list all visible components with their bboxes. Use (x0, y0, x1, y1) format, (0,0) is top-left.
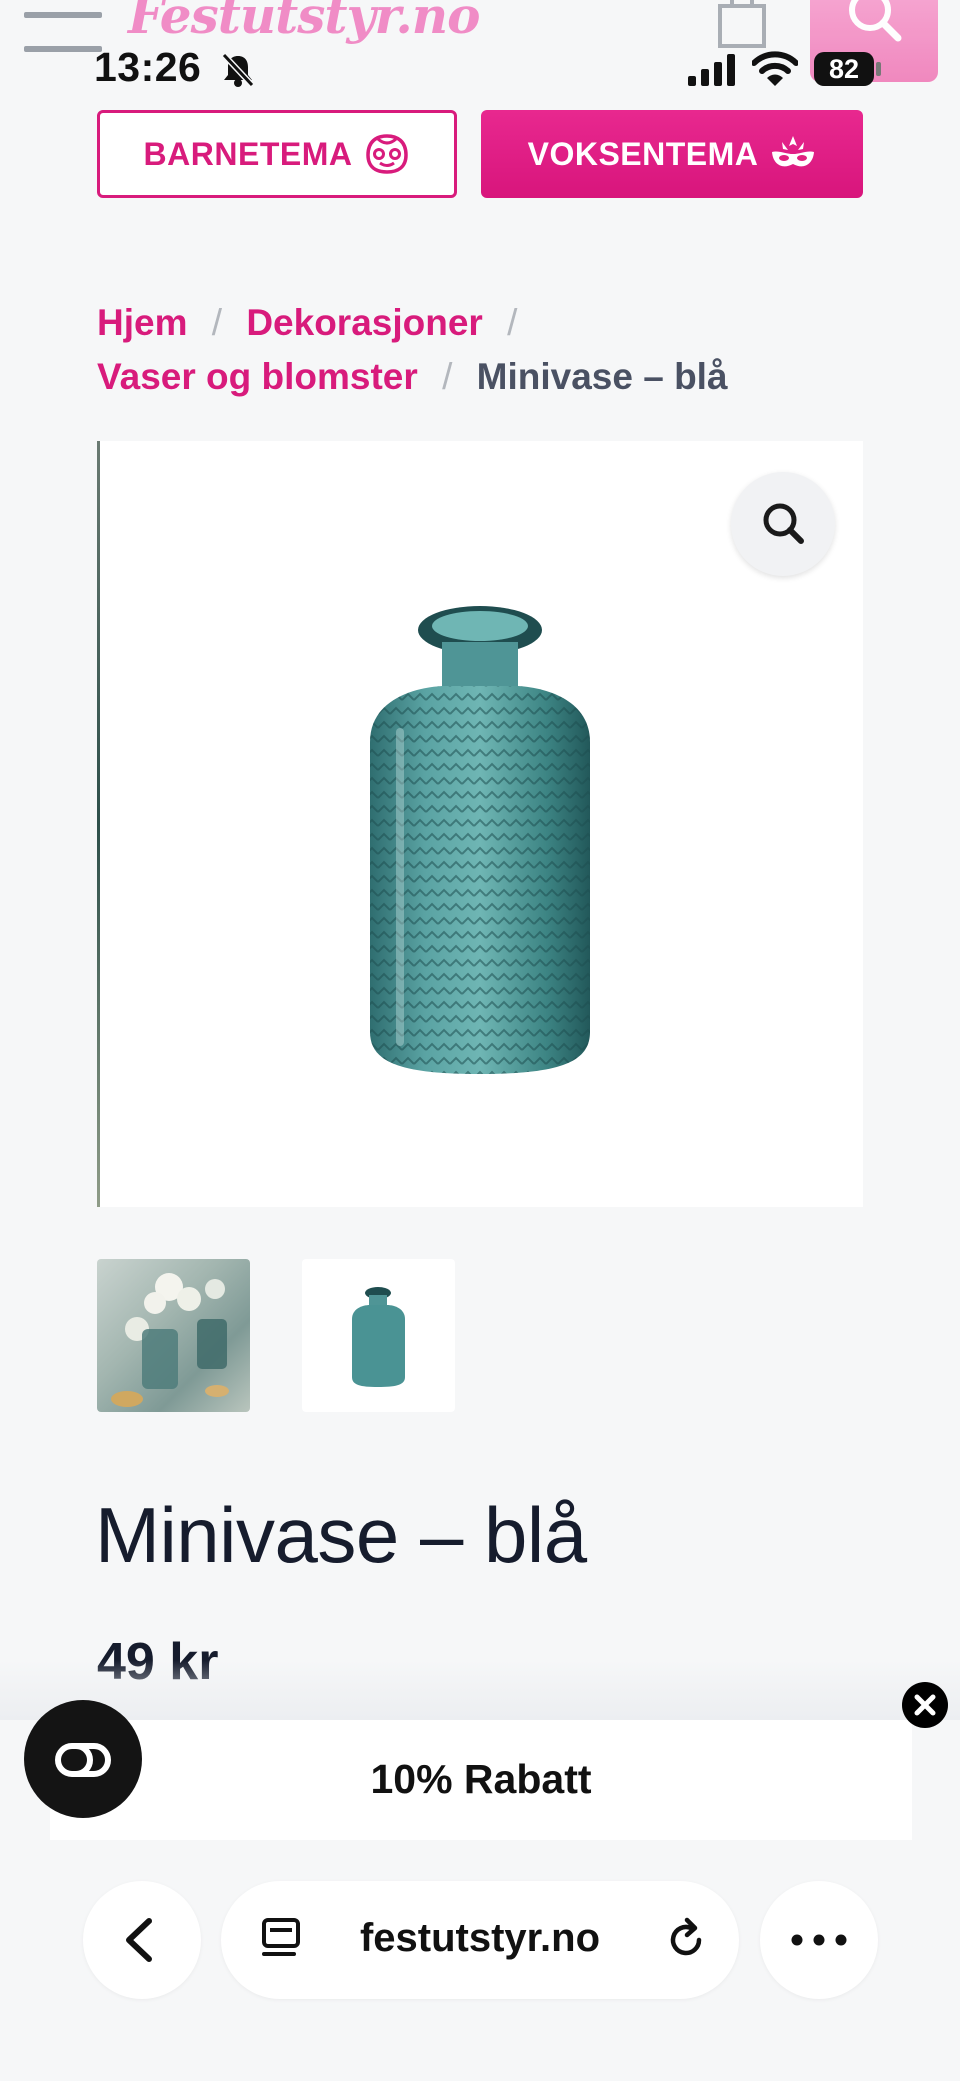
thumbnail-teal-vase[interactable] (302, 1259, 455, 1412)
reader-icon (262, 1918, 300, 1956)
reload-icon[interactable] (657, 1910, 717, 1970)
wifi-icon (752, 51, 798, 86)
breadcrumb-separator: / (507, 302, 518, 343)
breadcrumb-vaser-og-blomster[interactable]: Vaser og blomster (97, 356, 418, 397)
cellular-signal-icon (688, 54, 735, 86)
promo-text[interactable]: 10% Rabatt (50, 1756, 912, 1803)
bell-muted-icon (221, 52, 255, 88)
close-icon (914, 1694, 936, 1716)
chat-button[interactable] (24, 1700, 142, 1818)
zoom-button[interactable] (731, 472, 835, 576)
barnetema-label: BARNETEMA (143, 135, 353, 172)
chat-bubble-icon (55, 1743, 111, 1777)
site-logo[interactable]: Festutstyr.no (128, 0, 480, 45)
breadcrumb-separator: / (211, 302, 223, 343)
previous-image-edge (97, 441, 100, 1207)
status-time: 13:26 (94, 44, 202, 90)
more-dots-icon (791, 1934, 847, 1946)
thumbnail-vases-with-flowers[interactable] (97, 1259, 250, 1412)
breadcrumb-dekorasjoner[interactable]: Dekorasjoner (246, 302, 483, 343)
more-button[interactable] (760, 1881, 878, 1999)
url-text[interactable]: festutstyr.no (330, 1916, 630, 1961)
breadcrumb-current: Minivase – blå (476, 356, 728, 397)
flowers-image (111, 1273, 229, 1407)
back-button[interactable] (83, 1881, 201, 1999)
party-mask-icon (772, 136, 815, 167)
chevron-left-icon (126, 1918, 152, 1962)
battery-indicator: 82 (814, 52, 874, 86)
promo-close-button[interactable] (902, 1682, 948, 1728)
hamburger-menu-icon[interactable] (24, 10, 102, 52)
page-fade (0, 1660, 960, 1720)
vase-thumbnail-image (352, 1287, 405, 1387)
teal-vase-image (370, 606, 590, 1074)
breadcrumb-separator: / (442, 356, 453, 397)
battery-tip (876, 62, 881, 76)
voksentema-label: VOKSENTEMA (527, 135, 759, 172)
voksentema-button[interactable]: VOKSENTEMA (481, 110, 863, 198)
magnifier-icon (763, 503, 804, 544)
kid-face-icon (366, 134, 409, 174)
shopping-bag-icon[interactable] (714, 0, 770, 48)
product-title: Minivase – blå (95, 1491, 587, 1579)
barnetema-button[interactable]: BARNETEMA (97, 110, 457, 198)
breadcrumb-hjem[interactable]: Hjem (97, 302, 187, 343)
